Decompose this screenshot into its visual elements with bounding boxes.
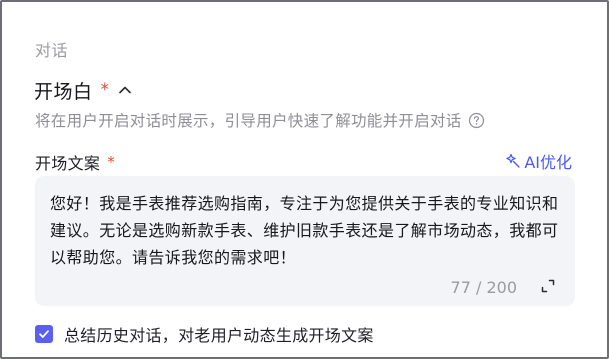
opening-text-textarea[interactable]: 您好！我是手表推荐选购指南，专注于为您提供关于手表的专业知识和建议。无论是选购新…: [35, 176, 575, 306]
summary-option: 总结历史对话，对老用户动态生成开场文案: [35, 322, 374, 346]
opening-title: 开场白: [34, 80, 93, 103]
opening-description: 将在用户开启对话时展示，引导用户快速了解功能并开启对话: [35, 109, 485, 131]
checkmark-icon: [39, 330, 49, 338]
magic-wand-icon: [505, 153, 521, 169]
required-mark: *: [100, 80, 110, 100]
expand-icon[interactable]: [540, 278, 556, 294]
ai-optimize-label: AI优化: [524, 153, 572, 172]
ai-optimize-button[interactable]: AI优化: [505, 149, 572, 173]
required-mark: *: [107, 153, 116, 171]
settings-panel: 对话 开场白 * 将在用户开启对话时展示，引导用户快速了解功能并开启对话 开场文…: [0, 0, 609, 359]
opening-header: 开场白 *: [34, 78, 133, 103]
chevron-up-icon[interactable]: [117, 82, 133, 98]
opening-text-value[interactable]: 您好！我是手表推荐选购指南，专注于为您提供关于手表的专业知识和建议。无论是选购新…: [50, 190, 565, 271]
char-count: 77 / 200: [450, 278, 517, 297]
opening-text-label: 开场文案 *: [35, 150, 123, 174]
opening-description-text: 将在用户开启对话时展示，引导用户快速了解功能并开启对话: [35, 112, 462, 130]
help-circle-icon[interactable]: [468, 112, 485, 129]
summary-checkbox[interactable]: [35, 325, 53, 343]
section-title: 对话: [35, 41, 69, 60]
opening-text-label-text: 开场文案: [35, 154, 101, 173]
summary-option-label: 总结历史对话，对老用户动态生成开场文案: [64, 326, 374, 345]
